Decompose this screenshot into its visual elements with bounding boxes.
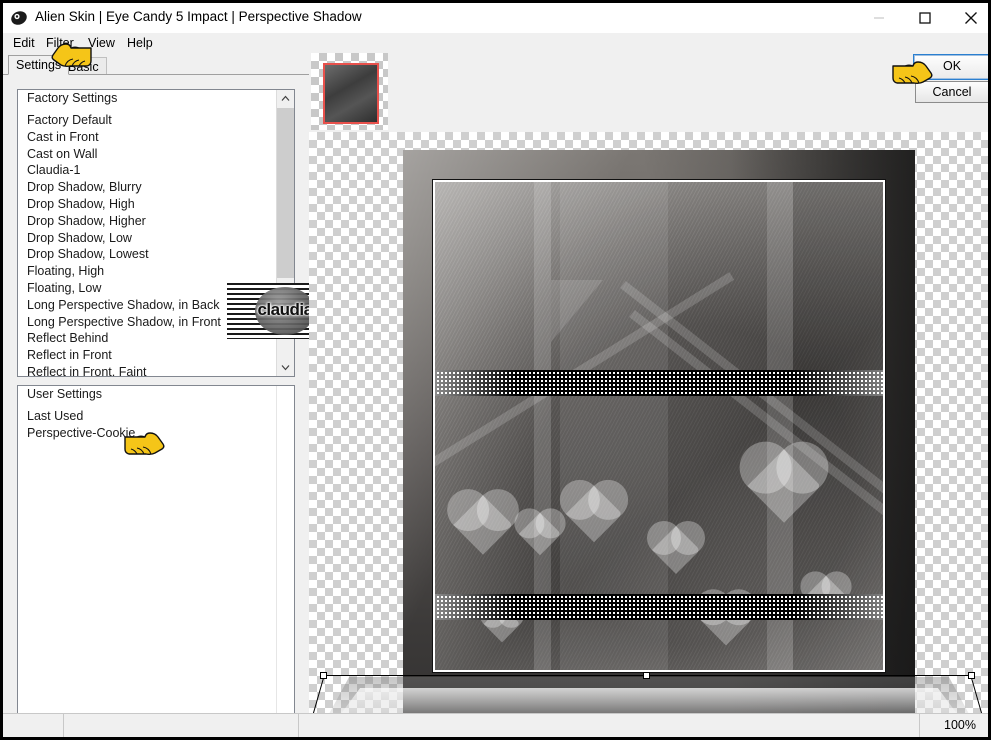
shadow-handle-left[interactable] xyxy=(320,672,327,679)
tab-strip: Settings Basic xyxy=(3,53,303,75)
preset-item[interactable]: Reflect in Front xyxy=(18,347,277,364)
minimize-icon xyxy=(874,17,884,19)
menu-edit[interactable]: Edit xyxy=(8,35,40,51)
tab-settings[interactable]: Settings xyxy=(8,55,70,75)
user-setting-selected-label: Perspective-Cookie xyxy=(27,425,136,440)
eye-candy-dialog: Alien Skin | Eye Candy 5 Impact | Perspe… xyxy=(0,0,991,740)
title-bar: Alien Skin | Eye Candy 5 Impact | Perspe… xyxy=(3,3,988,34)
preset-item[interactable]: Factory Default xyxy=(18,112,277,129)
scroll-thumb[interactable] xyxy=(277,108,294,278)
menu-view[interactable]: View xyxy=(83,35,120,51)
texture-triangle xyxy=(551,279,604,342)
preset-item[interactable]: Cast in Front xyxy=(18,129,277,146)
navigator-viewport-box[interactable] xyxy=(323,63,379,124)
ok-button[interactable]: OK xyxy=(914,55,988,79)
scroll-up-button[interactable] xyxy=(277,90,294,107)
status-divider xyxy=(63,714,64,737)
close-icon xyxy=(965,12,977,24)
zoom-level-text: 100% xyxy=(944,718,976,732)
settings-panel: Factory Settings Factory Default Cast in… xyxy=(3,74,309,737)
status-divider xyxy=(919,714,920,737)
status-bar: 100% xyxy=(3,713,988,737)
user-settings-list[interactable]: User Settings Last Used Perspective-Cook… xyxy=(17,385,295,735)
preset-item[interactable]: Drop Shadow, Low xyxy=(18,230,277,247)
user-settings-items: User Settings Last Used Perspective-Cook… xyxy=(18,386,277,734)
preset-item[interactable]: Drop Shadow, High xyxy=(18,196,277,213)
chevron-up-icon xyxy=(281,95,290,101)
shadow-handle-right[interactable] xyxy=(968,672,975,679)
preset-item[interactable]: Drop Shadow, Blurry xyxy=(18,179,277,196)
status-divider xyxy=(298,714,299,737)
maximize-icon xyxy=(919,12,931,24)
scroll-down-button[interactable] xyxy=(277,359,294,376)
preset-item[interactable]: Floating, High xyxy=(18,263,277,280)
shadow-leg-line xyxy=(311,677,324,717)
dotted-band xyxy=(435,594,883,621)
shadow-leg-line xyxy=(971,677,984,717)
menu-filter[interactable]: Filter xyxy=(41,35,79,51)
factory-settings-header: Factory Settings xyxy=(27,91,118,105)
minimize-button[interactable] xyxy=(856,3,902,33)
dotted-band xyxy=(435,369,883,396)
preset-item[interactable]: Reflect in Front, Faint xyxy=(18,364,277,376)
preset-item[interactable]: Drop Shadow, Lowest xyxy=(18,246,277,263)
user-settings-scrollbar[interactable] xyxy=(276,386,294,734)
dotted-band-fade xyxy=(435,369,883,396)
menu-bar: Edit Filter View Help xyxy=(3,33,988,53)
preset-item[interactable]: Cast on Wall xyxy=(18,146,277,163)
chevron-down-icon xyxy=(281,365,290,371)
user-setting-item-selected[interactable]: Perspective-Cookie xyxy=(18,425,277,442)
eye-candy-icon xyxy=(11,11,27,25)
maximize-button[interactable] xyxy=(902,3,948,33)
preset-item[interactable]: Claudia-1 xyxy=(18,162,277,179)
preview-inner-frame xyxy=(433,180,885,672)
ok-button-focus-ring: OK xyxy=(913,54,988,80)
cancel-button[interactable]: Cancel xyxy=(915,81,988,103)
preview-image[interactable] xyxy=(403,150,915,717)
close-button[interactable] xyxy=(948,3,988,33)
navigator-thumbnail[interactable] xyxy=(311,53,388,130)
preview-canvas[interactable] xyxy=(309,132,988,717)
dotted-band-fade xyxy=(435,594,883,621)
user-settings-header: User Settings xyxy=(27,387,103,401)
shadow-handle-center[interactable] xyxy=(643,672,650,679)
menu-help[interactable]: Help xyxy=(122,35,158,51)
window-title: Alien Skin | Eye Candy 5 Impact | Perspe… xyxy=(35,9,362,24)
preset-item[interactable]: Drop Shadow, Higher xyxy=(18,213,277,230)
user-setting-item[interactable]: Last Used xyxy=(18,408,277,425)
